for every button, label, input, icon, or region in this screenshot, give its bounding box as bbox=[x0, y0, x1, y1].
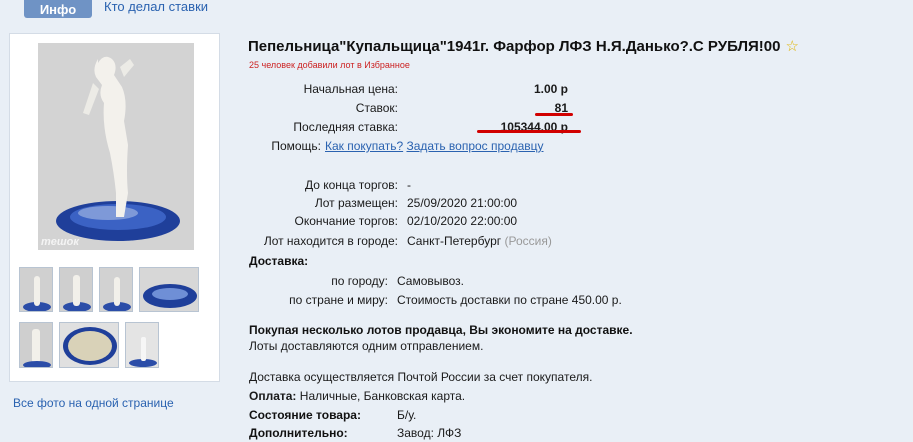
highlight-mark bbox=[477, 130, 581, 133]
delivery-heading: Доставка: bbox=[249, 254, 309, 268]
time-left-value: - bbox=[407, 178, 411, 192]
start-price-value: 1.00 р bbox=[533, 82, 568, 96]
delivery-city-value: Самовывоз. bbox=[397, 274, 465, 288]
thumbnail[interactable] bbox=[125, 322, 159, 368]
post-delivery-note: Доставка осуществляется Почтой России за… bbox=[249, 370, 593, 384]
save-on-delivery-note: Покупая несколько лотов продавца, Вы эко… bbox=[249, 323, 633, 337]
thumbnail[interactable] bbox=[59, 267, 93, 312]
all-photos-link[interactable]: Все фото на одной странице bbox=[13, 396, 174, 410]
thumbnail[interactable] bbox=[19, 322, 53, 368]
ask-seller-link[interactable]: Задать вопрос продавцу bbox=[406, 139, 543, 153]
time-left-label: До конца торгов: bbox=[304, 178, 398, 192]
extra-label: Дополнительно: bbox=[249, 426, 348, 440]
tab-bar: Инфо Кто делал ставки bbox=[0, 0, 913, 18]
highlight-mark bbox=[535, 113, 573, 116]
city-name: Санкт-Петербург bbox=[407, 234, 502, 248]
last-bid-label: Последняя ставка: bbox=[293, 120, 398, 134]
help-links: Как покупать? Задать вопрос продавцу bbox=[325, 139, 544, 153]
main-photo[interactable]: meшок bbox=[38, 43, 194, 250]
lot-title: Пепельница"Купальщица"1941г. Фарфор ЛФЗ … bbox=[248, 37, 799, 55]
delivery-city-label: по городу: bbox=[331, 274, 388, 288]
payment-label: Оплата: bbox=[249, 389, 297, 403]
thumbnail[interactable] bbox=[139, 267, 199, 312]
tab-bidders[interactable]: Кто делал ставки bbox=[104, 0, 208, 18]
city-value: Санкт-Петербург (Россия) bbox=[407, 234, 552, 248]
thumbnail[interactable] bbox=[19, 267, 53, 312]
condition-value: Б/у. bbox=[397, 408, 417, 422]
watermark: meшок bbox=[41, 236, 79, 248]
lot-title-text: Пепельница"Купальщица"1941г. Фарфор ЛФЗ … bbox=[248, 38, 781, 55]
placed-label: Лот размещен: bbox=[314, 196, 398, 210]
payment-value: Наличные, Банковская карта. bbox=[299, 389, 466, 403]
bid-count-label: Ставок: bbox=[355, 101, 398, 115]
city-region: (Россия) bbox=[504, 234, 552, 248]
extra-value: Завод: ЛФЗ bbox=[397, 426, 462, 440]
favorites-count: 25 человек добавили лот в Избранное bbox=[249, 60, 410, 70]
tab-info[interactable]: Инфо bbox=[24, 0, 92, 18]
start-price-label: Начальная цена: bbox=[303, 82, 398, 96]
photo-gallery: meшок bbox=[9, 33, 220, 382]
payment-row: Оплата: Наличные, Банковская карта. bbox=[249, 389, 465, 403]
delivery-world-label: по стране и миру: bbox=[289, 293, 388, 307]
city-label: Лот находится в городе: bbox=[263, 234, 398, 248]
figurine-image bbox=[38, 43, 194, 250]
single-shipment-note: Лоты доставляются одним отправлением. bbox=[249, 339, 484, 353]
favorite-star-icon[interactable]: ☆ bbox=[785, 38, 798, 55]
how-to-buy-link[interactable]: Как покупать? bbox=[325, 139, 403, 153]
end-label: Окончание торгов: bbox=[294, 214, 399, 228]
end-value: 02/10/2020 22:00:00 bbox=[407, 214, 518, 228]
condition-label: Состояние товара: bbox=[249, 408, 361, 422]
thumbnail[interactable] bbox=[99, 267, 133, 312]
help-label: Помощь: bbox=[271, 139, 321, 153]
placed-value: 25/09/2020 21:00:00 bbox=[407, 196, 518, 210]
delivery-world-value: Стоимость доставки по стране 450.00 р. bbox=[397, 293, 622, 307]
thumbnail[interactable] bbox=[59, 322, 119, 368]
